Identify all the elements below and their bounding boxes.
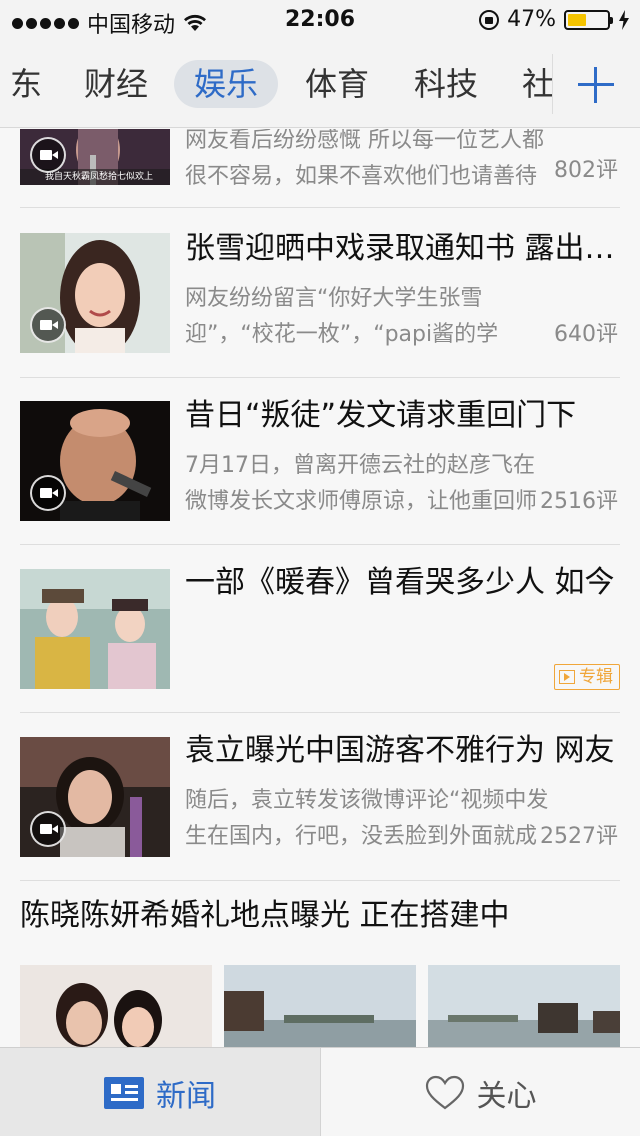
battery-fill <box>568 13 586 26</box>
charging-bolt-icon <box>619 9 629 30</box>
comment-count: 2527评 <box>538 819 618 855</box>
news-thumbnail <box>20 233 170 353</box>
news-thumbnail <box>20 569 170 689</box>
album-tag-label: 专辑 <box>579 667 613 687</box>
gallery-title[interactable]: 陈晓陈妍希婚礼地点曝光 正在搭建中 <box>20 896 510 936</box>
tab-news[interactable]: 新闻 <box>0 1048 320 1136</box>
battery-percent: 47% <box>507 7 556 32</box>
thumbnail-caption: 我自天秋霸凤愁拾七似欢上 <box>45 172 154 182</box>
heart-icon <box>425 1075 464 1109</box>
add-channel-button[interactable] <box>552 40 640 127</box>
newspaper-icon <box>104 1076 144 1109</box>
play-icon <box>559 670 575 684</box>
tab-news-label: 新闻 <box>156 1078 216 1114</box>
news-title: 张雪迎晒中戏录取通知书 露出正脸 <box>185 231 615 266</box>
rotation-lock-icon <box>479 9 500 30</box>
tab-care[interactable]: 关心 <box>320 1048 640 1136</box>
news-title: 昔日“叛徒”发文请求重回门下 <box>185 398 577 433</box>
channel-tab[interactable]: 科技 <box>414 60 478 108</box>
comment-count: 802评 <box>552 153 618 189</box>
news-title: 一部《暖春》曾看哭多少人 如今 <box>185 565 615 600</box>
divider <box>20 544 620 545</box>
news-thumbnail <box>20 401 170 521</box>
video-camera-icon <box>30 137 66 173</box>
news-description: 随后，袁立转发该微博评论“视频中发生在国内，行吧，没丢脸到外面就成” <box>185 788 549 849</box>
status-bar: 中国移动 22:06 47% <box>0 0 640 40</box>
channel-tab[interactable]: 体育 <box>305 60 369 108</box>
video-camera-icon <box>30 307 66 343</box>
news-description: 网友看后纷纷感慨 所以每一位艺人都很不容易，如果不喜欢他们也请善待他们 <box>185 129 544 189</box>
battery-icon <box>564 9 613 30</box>
channel-tab[interactable]: 东 <box>10 60 42 108</box>
divider <box>20 207 620 208</box>
video-camera-icon <box>30 475 66 511</box>
channel-tab[interactable]: 财经 <box>84 60 148 108</box>
channel-tab-active[interactable]: 娱乐 <box>174 60 279 108</box>
tab-care-label: 关心 <box>476 1078 537 1114</box>
news-thumbnail <box>20 737 170 857</box>
divider <box>20 880 620 881</box>
comment-count: 640评 <box>552 317 618 353</box>
news-thumbnail: 我自天秋霸凤愁拾七似欢上 <box>20 129 170 185</box>
plus-icon-stroke <box>594 67 597 103</box>
divider <box>20 377 620 378</box>
news-title: 袁立曝光中国游客不雅行为 网友 <box>185 733 615 768</box>
divider <box>20 712 620 713</box>
comment-count: 2516评 <box>538 484 618 520</box>
lakeside-stage-photo <box>428 965 620 1047</box>
channel-list[interactable]: 东 财经 娱乐 体育 科技 社 <box>0 40 560 127</box>
album-tag[interactable]: 专辑 <box>554 664 620 690</box>
gallery-image[interactable] <box>224 965 416 1047</box>
channel-bar: 东 财经 娱乐 体育 科技 社 <box>0 40 640 128</box>
news-description: 7月17日，曾离开德云社的赵彦飞在微博发长文求师傅原谅，让他重回师门。 <box>185 453 538 514</box>
gallery-image[interactable] <box>20 965 212 1047</box>
news-description: 网友纷纷留言“你好大学生张雪迎”，“校花一枚”，“papi酱的学妹”。 <box>185 286 499 347</box>
news-feed[interactable]: 我自天秋霸凤愁拾七似欢上 网友看后纷纷感慨 所以每一位艺人都很不容易，如果不喜欢… <box>0 129 640 1047</box>
drama-stills-photo <box>20 569 170 689</box>
lakeside-photo <box>224 965 416 1047</box>
video-camera-icon <box>30 811 66 847</box>
gallery-image[interactable] <box>428 965 620 1047</box>
tab-bar: 新闻 关心 <box>0 1047 640 1136</box>
couple-photo <box>20 965 212 1047</box>
channel-tab[interactable]: 社 <box>522 60 554 108</box>
